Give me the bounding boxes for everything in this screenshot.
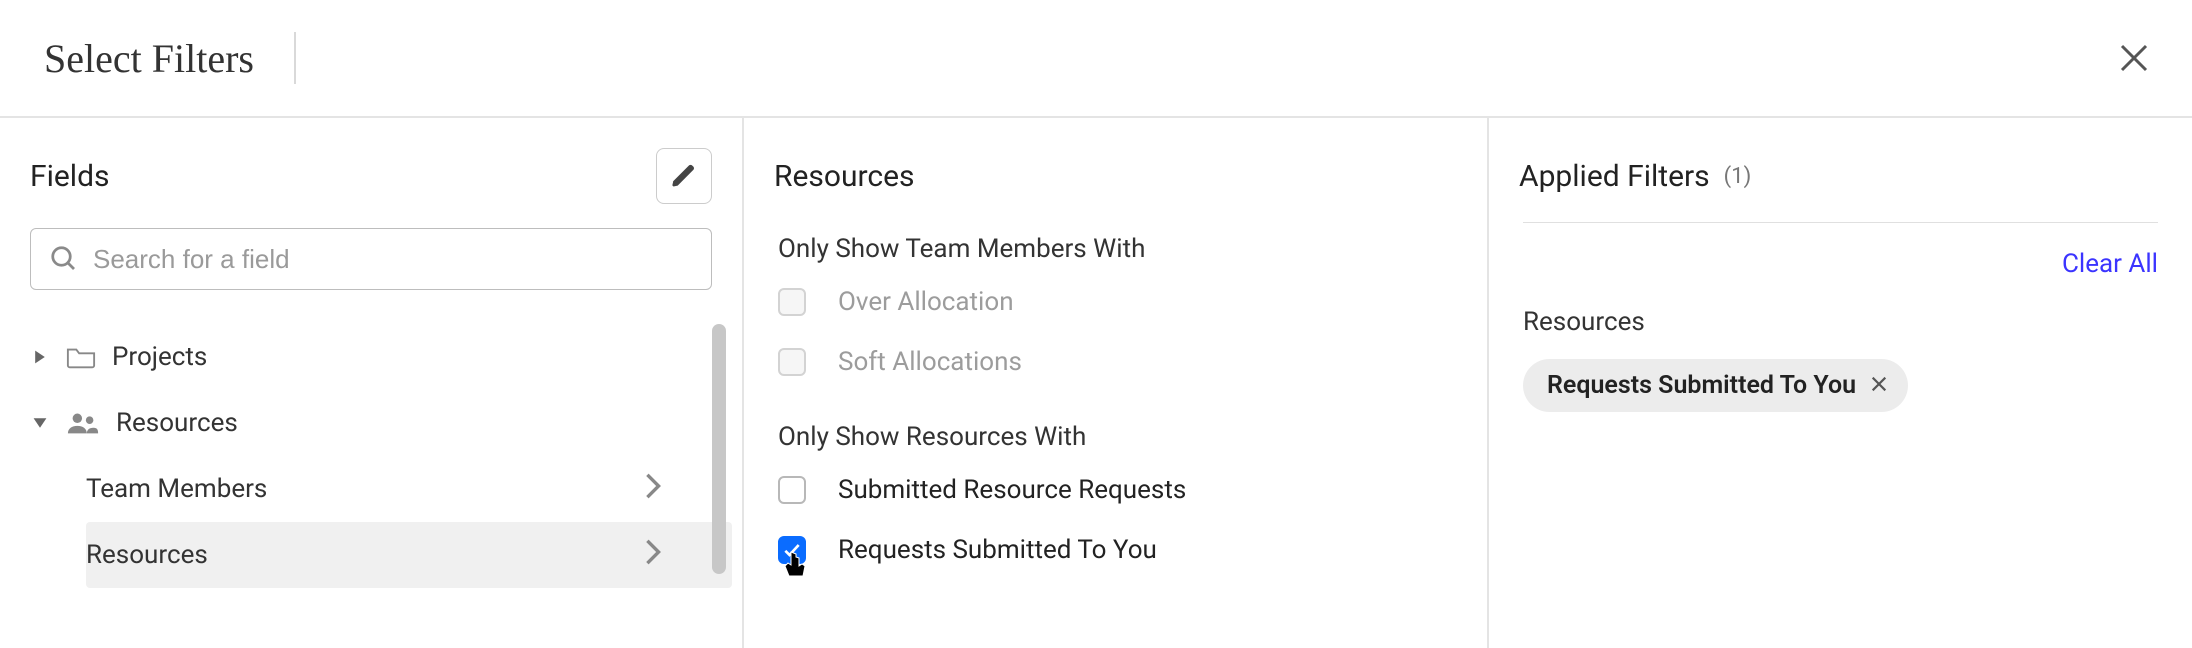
tree-subitem-resources[interactable]: Resources bbox=[86, 522, 732, 588]
fields-panel: Fields Proj bbox=[0, 118, 744, 648]
tree-item-projects[interactable]: Projects bbox=[30, 324, 732, 390]
tree-item-label: Projects bbox=[112, 342, 207, 372]
option-label: Requests Submitted To You bbox=[838, 535, 1157, 565]
tree-item-label: Team Members bbox=[86, 474, 267, 504]
checkbox-unchecked bbox=[778, 288, 806, 316]
divider bbox=[1523, 222, 2158, 223]
checkbox-unchecked bbox=[778, 348, 806, 376]
close-icon bbox=[1870, 375, 1888, 393]
chip-label: Requests Submitted To You bbox=[1547, 371, 1856, 400]
option-label: Over Allocation bbox=[838, 287, 1014, 317]
applied-filter-chip[interactable]: Requests Submitted To You bbox=[1523, 359, 1908, 412]
chevron-right-icon bbox=[644, 472, 662, 507]
dialog-title: Select Filters bbox=[44, 35, 254, 82]
tree-item-label: Resources bbox=[116, 408, 238, 438]
option-submitted-resource-requests[interactable]: Submitted Resource Requests bbox=[778, 460, 1453, 520]
filter-options-panel: Resources Only Show Team Members With Ov… bbox=[744, 118, 1489, 648]
title-divider bbox=[294, 32, 296, 84]
folder-icon bbox=[66, 345, 96, 369]
option-soft-allocations: Soft Allocations bbox=[778, 332, 1453, 392]
applied-count: (1) bbox=[1724, 164, 1752, 189]
tree-subitem-team-members[interactable]: Team Members bbox=[86, 456, 732, 522]
caret-right-icon bbox=[30, 349, 50, 365]
options-panel-head: Resources bbox=[744, 148, 1487, 204]
group-label-resources: Only Show Resources With bbox=[778, 422, 1453, 452]
options-title: Resources bbox=[774, 159, 915, 194]
option-requests-submitted-to-you[interactable]: Requests Submitted To You bbox=[778, 520, 1453, 580]
tree-item-label: Resources bbox=[86, 540, 208, 570]
close-button[interactable] bbox=[2108, 32, 2160, 84]
group-label-team: Only Show Team Members With bbox=[778, 234, 1453, 264]
field-search[interactable] bbox=[30, 228, 712, 290]
applied-title: Applied Filters bbox=[1519, 159, 1710, 194]
field-search-input[interactable] bbox=[93, 244, 693, 275]
fields-title: Fields bbox=[30, 159, 109, 194]
pencil-icon bbox=[670, 162, 698, 190]
chevron-right-icon bbox=[644, 538, 662, 573]
applied-panel-head: Applied Filters (1) bbox=[1489, 148, 2192, 204]
applied-group-name: Resources bbox=[1523, 307, 2158, 337]
caret-down-icon bbox=[30, 415, 50, 431]
applied-filters-panel: Applied Filters (1) Clear All Resources … bbox=[1489, 118, 2192, 648]
edit-fields-button[interactable] bbox=[656, 148, 712, 204]
search-wrap bbox=[0, 204, 742, 290]
option-over-allocation: Over Allocation bbox=[778, 272, 1453, 332]
chip-remove[interactable] bbox=[1870, 371, 1888, 400]
close-icon bbox=[2116, 40, 2152, 76]
search-icon bbox=[49, 244, 79, 274]
option-label: Soft Allocations bbox=[838, 347, 1022, 377]
dialog-header: Select Filters bbox=[0, 0, 2192, 118]
clear-all-link[interactable]: Clear All bbox=[2062, 249, 2158, 279]
people-icon bbox=[66, 411, 100, 435]
pointer-cursor-icon bbox=[782, 550, 808, 584]
field-tree: Projects Resources Team Members bbox=[0, 324, 742, 624]
tree-item-resources[interactable]: Resources bbox=[30, 390, 732, 456]
fields-panel-head: Fields bbox=[0, 148, 742, 204]
option-label: Submitted Resource Requests bbox=[838, 475, 1186, 505]
dialog-body: Fields Proj bbox=[0, 118, 2192, 648]
checkbox-unchecked[interactable] bbox=[778, 476, 806, 504]
tree-scrollbar[interactable] bbox=[712, 324, 726, 574]
